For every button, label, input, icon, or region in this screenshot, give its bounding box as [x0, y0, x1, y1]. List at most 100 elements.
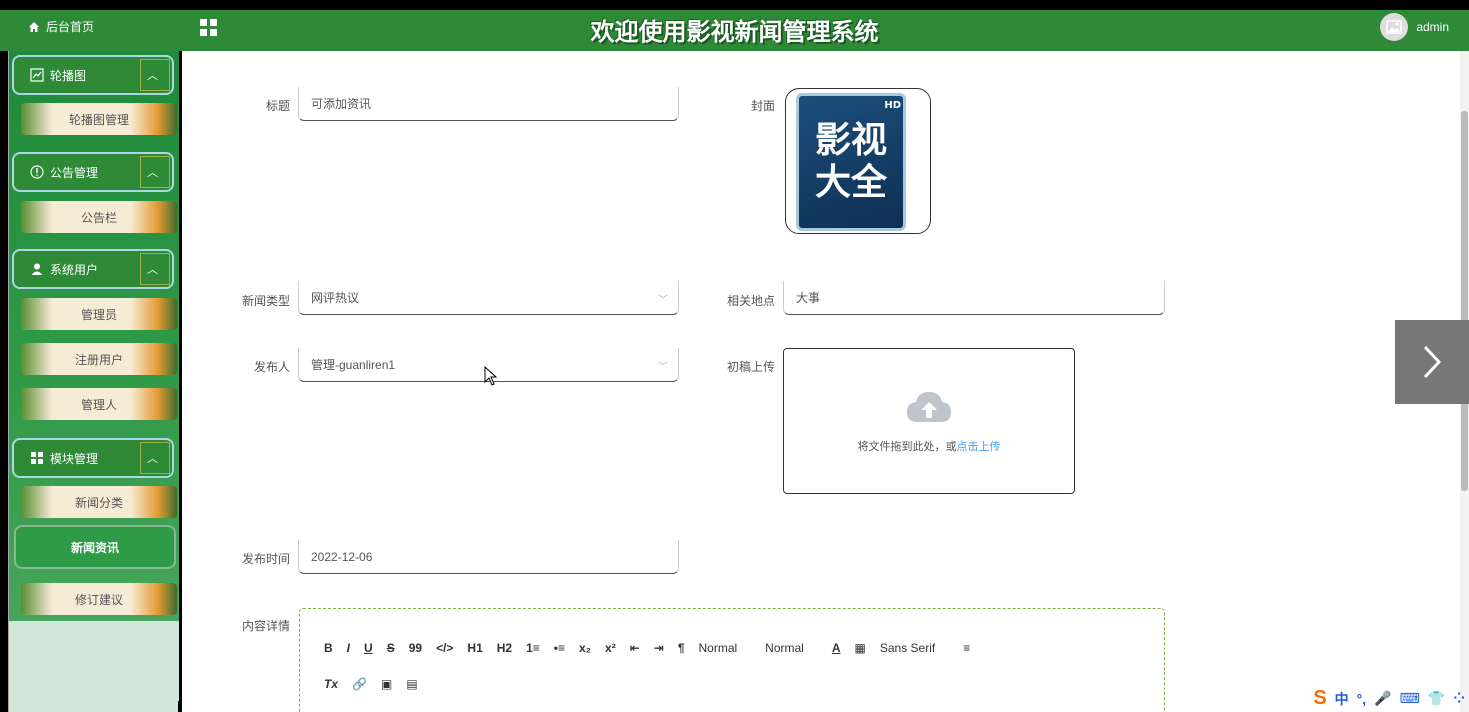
underline-button[interactable]: U [364, 641, 373, 655]
upload-dropzone[interactable]: 将文件拖到此处，或点击上传 [783, 348, 1075, 494]
ime-toolbar[interactable]: S 中 °, 🎤 ⌨ 👕 ⁘ [1305, 687, 1465, 710]
font-select[interactable]: Sans Serif [880, 641, 935, 655]
cover-image[interactable]: 影视 大全 HD [785, 88, 931, 234]
sidebar-item-manager[interactable]: 管理人 [21, 388, 177, 420]
grid-icon [31, 452, 43, 464]
sidebar-item-label: 新闻资讯 [70, 540, 119, 555]
skin-icon[interactable]: 👕 [1428, 690, 1445, 707]
image-icon[interactable]: ▣ [381, 677, 392, 691]
sidebar-group-users[interactable]: 系统用户 ︿ [12, 249, 174, 289]
sogou-logo-icon[interactable]: S [1313, 687, 1326, 710]
indent-button[interactable]: ⇥ [654, 641, 664, 655]
cover-label: 封面 [750, 99, 775, 113]
code-button[interactable]: </> [436, 641, 453, 655]
direction-button[interactable]: ¶ [678, 641, 685, 655]
username: admin [1416, 20, 1449, 34]
avatar[interactable] [1380, 13, 1409, 41]
location-label: 相关地点 [726, 294, 775, 308]
user-icon [31, 263, 43, 275]
microphone-icon[interactable]: 🎤 [1374, 690, 1391, 707]
location-input[interactable]: 大事 [783, 281, 1165, 315]
strike-button[interactable]: S [387, 641, 395, 655]
mouse-cursor-icon [484, 366, 498, 386]
sidebar-group-notice[interactable]: 公告管理 ︿ [12, 152, 174, 192]
cover-text-top: 影视 [814, 120, 887, 161]
chevron-down-icon: ﹀ [658, 362, 668, 373]
app-title: 欢迎使用影视新闻管理系统 [590, 18, 879, 46]
sidebar-item-notice-board[interactable]: 公告栏 [21, 201, 177, 233]
content-label: 内容详情 [241, 619, 290, 633]
sidebar-group-label: 模块管理 [50, 451, 99, 466]
main-content: 标题 可添加资讯 封面 影视 大全 HD 新闻类型 网评热议 ﹀ 相关地点 大事… [182, 51, 1460, 712]
sidebar-item-news[interactable]: 新闻资讯 [14, 525, 176, 569]
sidebar-background [9, 621, 179, 701]
decoration [140, 59, 170, 91]
type-select[interactable]: 网评热议 ﹀ [298, 281, 679, 315]
ordered-list-button[interactable]: 1≡ [526, 641, 540, 655]
clear-format-button[interactable]: Tx [324, 677, 338, 691]
sidebar-group-modules[interactable]: 模块管理 ︿ [12, 438, 174, 478]
sidebar-group-label: 轮播图 [50, 68, 87, 83]
type-label: 新闻类型 [241, 294, 290, 308]
editor-toolbar: B I U S 99 </> H1 H2 1≡ •≡ x₂ x² ⇤ ⇥ ¶ N… [324, 641, 984, 655]
next-arrow-button[interactable] [1395, 320, 1469, 404]
bullet-list-button[interactable]: •≡ [554, 641, 565, 655]
sidebar-item-label: 公告栏 [80, 210, 117, 225]
cover-art: 影视 大全 HD [796, 93, 906, 231]
home-button[interactable]: 后台首页 [8, 10, 178, 43]
sidebar: 轮播图 ︿ 轮播图管理 公告管理 ︿ 公告栏 系统用户 ︿ 管理员 注册用户 管… [8, 51, 179, 712]
alert-icon [30, 165, 44, 179]
sidebar-item-label: 修订建议 [74, 592, 123, 607]
type-value: 网评热议 [311, 291, 360, 305]
title-value: 可添加资讯 [311, 97, 372, 111]
sidebar-item-revision-suggestions[interactable]: 修订建议 [21, 583, 177, 615]
publish-time-value: 2022-12-06 [311, 549, 373, 564]
sidebar-menu: 轮播图 ︿ 轮播图管理 公告管理 ︿ 公告栏 系统用户 ︿ 管理员 注册用户 管… [9, 51, 179, 701]
background-color-button[interactable]: ▦ [855, 641, 866, 655]
subscript-button[interactable]: x₂ [579, 641, 591, 655]
sidebar-item-carousel-manage[interactable]: 轮播图管理 [21, 103, 177, 135]
ime-mode-chinese[interactable]: 中 [1335, 689, 1349, 709]
sidebar-group-carousel[interactable]: 轮播图 ︿ [12, 55, 174, 95]
blockquote-button[interactable]: 99 [409, 641, 422, 655]
size-select[interactable]: Normal [699, 641, 738, 655]
italic-button[interactable]: I [347, 641, 350, 655]
menu-grid-icon[interactable] [200, 19, 217, 36]
rich-text-editor[interactable]: B I U S 99 </> H1 H2 1≡ •≡ x₂ x² ⇤ ⇥ ¶ N… [299, 608, 1165, 712]
decoration [140, 253, 170, 285]
outdent-button[interactable]: ⇤ [630, 641, 640, 655]
keyboard-icon[interactable]: ⌨ [1400, 690, 1420, 707]
home-label: 后台首页 [46, 20, 95, 34]
upload-hint: 将文件拖到此处，或 [857, 441, 957, 453]
draft-label: 初稿上传 [726, 360, 775, 374]
h2-button[interactable]: H2 [497, 641, 512, 655]
header-select[interactable]: Normal [765, 641, 804, 655]
home-icon [29, 21, 39, 32]
sidebar-item-label: 新闻分类 [74, 495, 123, 510]
cloud-upload-icon [907, 392, 951, 422]
sidebar-item-label: 注册用户 [74, 352, 123, 367]
sidebar-item-registered-users[interactable]: 注册用户 [21, 343, 177, 375]
superscript-button[interactable]: x² [605, 641, 616, 655]
scrollbar-thumb[interactable] [1461, 111, 1468, 491]
cover-text-bottom: 大全 [814, 162, 887, 203]
align-button[interactable]: ≡ [963, 641, 970, 655]
sidebar-item-label: 管理人 [80, 397, 117, 412]
sidebar-group-label: 公告管理 [50, 165, 99, 180]
title-input[interactable]: 可添加资讯 [298, 87, 679, 121]
h1-button[interactable]: H1 [467, 641, 482, 655]
bold-button[interactable]: B [324, 641, 333, 655]
upload-link[interactable]: 点击上传 [957, 441, 1001, 453]
publish-time-label: 发布时间 [241, 552, 290, 566]
sidebar-item-news-category[interactable]: 新闻分类 [21, 486, 177, 518]
font-color-button[interactable]: A [832, 641, 841, 655]
apps-icon[interactable]: ⁘ [1453, 690, 1465, 707]
location-value: 大事 [796, 291, 821, 305]
user-menu[interactable]: admin [1380, 13, 1449, 41]
ime-punct-icon[interactable]: °, [1357, 691, 1367, 707]
sidebar-item-admin[interactable]: 管理员 [21, 298, 177, 330]
title-label: 标题 [265, 99, 290, 113]
video-icon[interactable]: ▤ [406, 677, 417, 691]
publish-time-input[interactable]: 2022-12-06 [298, 540, 679, 574]
link-icon[interactable]: 🔗 [352, 677, 367, 691]
